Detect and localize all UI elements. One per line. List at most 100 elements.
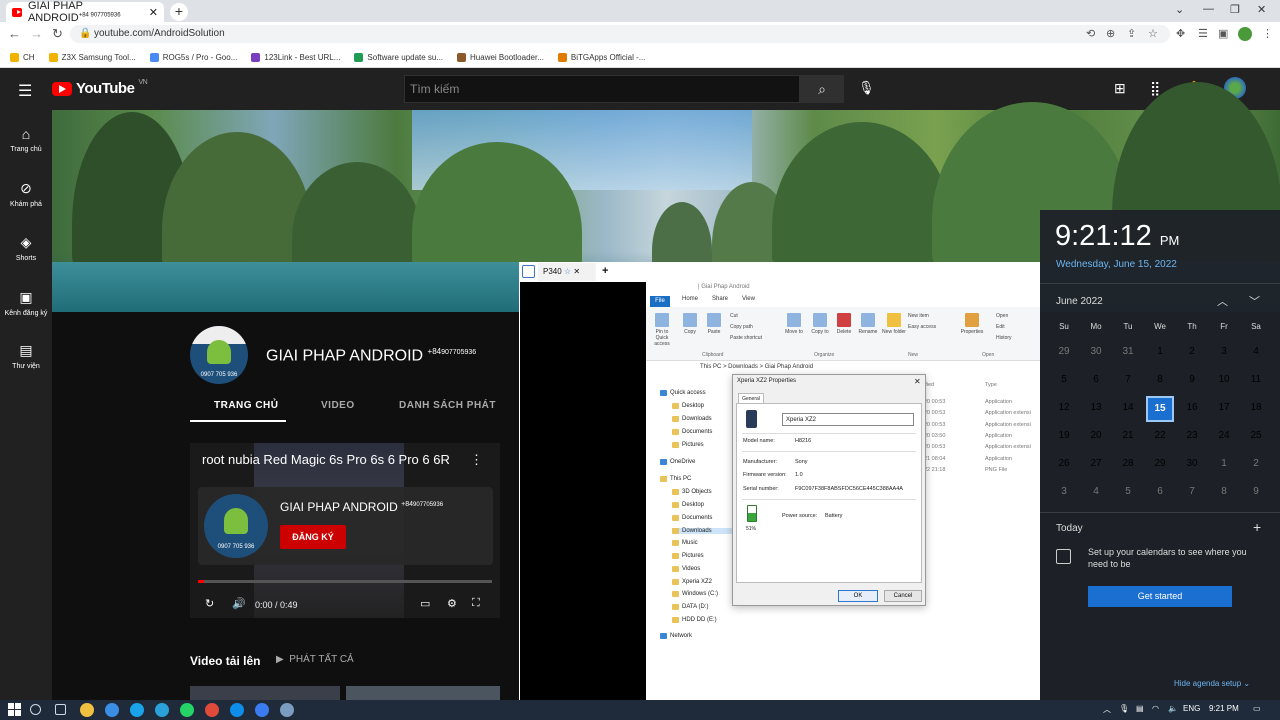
create-video-icon[interactable]: ⊞ bbox=[1114, 80, 1126, 97]
ribbon-button[interactable]: Paste shortcut bbox=[730, 335, 770, 341]
fullscreen-icon[interactable]: ⛶ bbox=[472, 597, 480, 610]
ribbon-button[interactable]: Properties bbox=[960, 313, 984, 335]
calendar-day[interactable]: 24 bbox=[1208, 430, 1240, 441]
calendar-day[interactable]: 30 bbox=[1176, 458, 1208, 469]
calendar-day[interactable]: 15 bbox=[1146, 396, 1174, 422]
video-title[interactable]: root nubia Red Magic 6s Pro 6s 6 Pro 6 6… bbox=[202, 452, 450, 467]
teamviewer-icon[interactable] bbox=[230, 703, 244, 717]
translate-icon[interactable]: ⟲ bbox=[1086, 27, 1095, 40]
tab-home[interactable]: TRANG CHỦ bbox=[214, 400, 279, 411]
calendar-day[interactable]: 1 bbox=[1208, 458, 1240, 469]
reload-icon[interactable]: ↻ bbox=[52, 26, 63, 42]
bookmark-item[interactable]: Huawei Bootloader... bbox=[457, 52, 544, 62]
calendar-day[interactable]: 29 bbox=[1144, 458, 1176, 469]
table-row[interactable]: 20 00:53 Application extensi bbox=[924, 444, 1040, 450]
bookmark-item[interactable]: CH bbox=[10, 52, 35, 62]
ribbon-button[interactable]: Open bbox=[996, 313, 1036, 319]
table-row[interactable]: 22 21:18 PNG File bbox=[924, 467, 1040, 473]
nav-item[interactable]: DATA (D:) bbox=[672, 604, 708, 610]
calendar-day[interactable]: 3 bbox=[1048, 486, 1080, 497]
cancel-button[interactable]: Cancel bbox=[884, 590, 922, 602]
sidebar-item[interactable]: ▤ Thư viện bbox=[0, 342, 52, 370]
new-tab-button[interactable]: + bbox=[170, 3, 188, 21]
bookmark-star-icon[interactable]: ☆ bbox=[1148, 27, 1158, 40]
zoom-icon[interactable]: ⊕ bbox=[1106, 27, 1115, 40]
sidebar-item[interactable]: ⊘ Khám phá bbox=[0, 180, 52, 208]
table-row[interactable]: 20 03:50 Application bbox=[924, 433, 1040, 439]
end-card-avatar[interactable]: 0907 705 936 bbox=[204, 494, 268, 558]
nav-item[interactable]: Documents bbox=[672, 429, 712, 435]
table-row[interactable]: 21 08:04 Application bbox=[924, 456, 1040, 462]
back-icon[interactable]: ← bbox=[8, 26, 21, 41]
ribbon-button[interactable]: Copy to bbox=[808, 313, 832, 335]
search-button[interactable]: ⌕ bbox=[800, 75, 844, 103]
calendar-day[interactable]: 1 bbox=[1144, 346, 1176, 357]
profile-avatar[interactable] bbox=[1238, 27, 1252, 41]
sidebar-item[interactable]: ◈ Shorts bbox=[0, 234, 52, 262]
bookmark-item[interactable]: 123Link - Best URL... bbox=[251, 52, 340, 62]
dialog-close-icon[interactable]: ✕ bbox=[914, 377, 921, 386]
volume-icon[interactable]: 🔊 bbox=[232, 597, 246, 610]
ribbon-button[interactable]: Edit bbox=[996, 324, 1036, 330]
ribbon-tab-home[interactable]: Home bbox=[682, 296, 698, 302]
ribbon-button[interactable]: Cut bbox=[730, 313, 770, 319]
dialog-tab-general[interactable]: General bbox=[738, 393, 764, 403]
calendar-day[interactable]: 25 bbox=[1240, 430, 1272, 441]
ribbon-tab-share[interactable]: Share bbox=[712, 296, 728, 302]
chevron-down-icon[interactable]: ⌄ bbox=[1175, 3, 1184, 16]
ribbon-button[interactable]: New folder bbox=[882, 313, 906, 335]
more-menu-icon[interactable]: ⋮ bbox=[1262, 27, 1273, 40]
ok-button[interactable]: OK bbox=[838, 590, 878, 602]
ribbon-tab-view[interactable]: View bbox=[742, 296, 755, 302]
calendar-month[interactable]: June 2022 bbox=[1056, 296, 1103, 307]
subscribe-button[interactable]: ĐĂNG KÝ bbox=[280, 525, 346, 549]
calendar-day[interactable]: 2 bbox=[1176, 346, 1208, 357]
volume-icon[interactable]: 🔈 bbox=[1168, 704, 1178, 713]
nav-item[interactable]: Windows (C:) bbox=[672, 591, 718, 597]
calendar-day[interactable]: 4 bbox=[1240, 346, 1272, 357]
calendar-day[interactable]: 10 bbox=[1208, 374, 1240, 385]
file-explorer-icon[interactable] bbox=[80, 703, 94, 717]
calendar-day[interactable]: 8 bbox=[1144, 374, 1176, 385]
taskbar-clock[interactable]: 9:21 PM bbox=[1209, 704, 1239, 713]
nav-item[interactable]: Desktop bbox=[672, 502, 704, 508]
add-tab-icon[interactable]: + bbox=[602, 265, 608, 277]
search-input[interactable]: Tìm kiếm bbox=[404, 75, 800, 103]
calendar-day[interactable]: 8 bbox=[1208, 486, 1240, 497]
calendar-day[interactable]: 18 bbox=[1240, 402, 1272, 413]
remote-tab[interactable]: P340 ☆ ✕ bbox=[538, 263, 596, 281]
calendar-day[interactable]: 9 bbox=[1176, 374, 1208, 385]
reading-list-icon[interactable]: ☰ bbox=[1198, 27, 1208, 40]
calendar-day[interactable]: 29 bbox=[1048, 346, 1080, 357]
remote-app-icon[interactable] bbox=[522, 265, 535, 278]
restore-icon[interactable]: ❐ bbox=[1230, 3, 1240, 16]
calendar-day[interactable]: 19 bbox=[1048, 430, 1080, 441]
play-all-button[interactable]: ▶ PHÁT TẤT CẢ bbox=[276, 654, 354, 665]
nav-item[interactable]: Videos bbox=[672, 566, 700, 572]
calendar-day[interactable]: 11 bbox=[1240, 374, 1272, 385]
table-row[interactable]: 20 00:53 Application extensi bbox=[924, 422, 1040, 428]
column-header-type[interactable]: Type bbox=[985, 382, 997, 388]
apps-grid-icon[interactable]: ⣿ bbox=[1150, 80, 1160, 97]
star-icon[interactable]: ☆ bbox=[564, 267, 571, 276]
subtitles-icon[interactable]: ▭ bbox=[420, 597, 430, 610]
nav-item[interactable]: Pictures bbox=[672, 553, 704, 559]
ribbon-button[interactable]: New item bbox=[908, 313, 948, 319]
close-tab-icon[interactable]: ✕ bbox=[149, 6, 158, 19]
replay-icon[interactable]: ↻ bbox=[205, 597, 214, 610]
nav-item[interactable]: Desktop bbox=[672, 403, 704, 409]
store-icon[interactable] bbox=[105, 703, 119, 717]
calendar-day[interactable]: 6 bbox=[1080, 374, 1112, 385]
bookmark-item[interactable]: ROG5s / Pro - Goo... bbox=[149, 52, 237, 62]
calendar-day[interactable]: 5 bbox=[1112, 486, 1144, 497]
forward-icon[interactable]: → bbox=[30, 26, 43, 41]
calendar-day[interactable]: 13 bbox=[1080, 402, 1112, 413]
calendar-day[interactable]: 7 bbox=[1176, 486, 1208, 497]
browser-tab-youtube[interactable]: GIAI PHAP ANDROID+84 907705936 ✕ bbox=[6, 0, 164, 24]
nav-item[interactable]: Network bbox=[660, 633, 692, 639]
ribbon-tab-file[interactable]: File bbox=[650, 296, 670, 307]
messenger-icon[interactable] bbox=[255, 703, 269, 717]
network-icon[interactable]: ▤ bbox=[1136, 704, 1144, 713]
nav-item[interactable]: Pictures bbox=[672, 442, 704, 448]
telegram-icon[interactable] bbox=[155, 703, 169, 717]
